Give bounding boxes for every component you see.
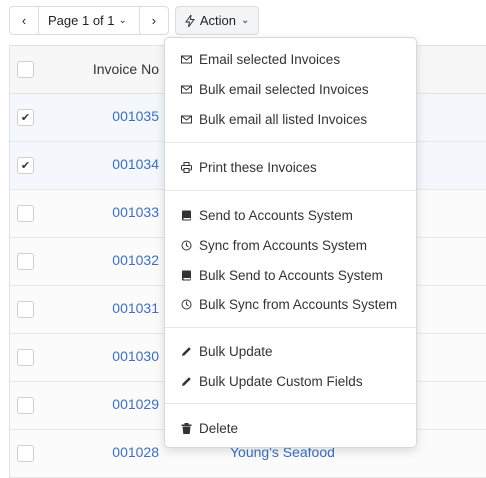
pencil-icon bbox=[181, 346, 192, 357]
sync-icon bbox=[181, 299, 192, 310]
envelope-icon bbox=[181, 114, 192, 125]
row-checkbox[interactable] bbox=[17, 349, 34, 366]
menu-item-print[interactable]: Print these Invoices bbox=[165, 155, 416, 179]
invoice-number-link[interactable]: 001035 bbox=[112, 108, 159, 124]
menu-item-label: Bulk Send to Accounts System bbox=[199, 267, 383, 283]
invoice-number-link[interactable]: 001028 bbox=[112, 444, 159, 460]
column-header-invoice-no[interactable]: Invoice No bbox=[93, 61, 159, 77]
action-label: Action bbox=[199, 13, 237, 28]
page-label: Page 1 of 1 bbox=[48, 13, 115, 28]
invoice-number-link[interactable]: 001034 bbox=[112, 156, 159, 172]
menu-item-bulk-sync-accounts[interactable]: Bulk Sync from Accounts System bbox=[165, 292, 416, 316]
chevron-down-icon: ⌄ bbox=[118, 15, 127, 26]
pagination: ‹ Page 1 of 1 ⌄ › bbox=[9, 6, 169, 35]
invoice-number-link[interactable]: 001032 bbox=[112, 252, 159, 268]
menu-item-send-accounts[interactable]: Send to Accounts System bbox=[165, 203, 416, 227]
menu-item-bulk-email-selected[interactable]: Bulk email selected Invoices bbox=[165, 77, 416, 101]
menu-divider bbox=[165, 327, 416, 328]
page-select[interactable]: Page 1 of 1 ⌄ bbox=[39, 7, 140, 34]
invoice-number-link[interactable]: 001033 bbox=[112, 204, 159, 220]
menu-item-label: Email selected Invoices bbox=[199, 51, 341, 67]
menu-item-bulk-update[interactable]: Bulk Update bbox=[165, 339, 416, 363]
invoice-number-link[interactable]: 001029 bbox=[112, 396, 159, 412]
trash-icon bbox=[181, 422, 192, 434]
toolbar: ‹ Page 1 of 1 ⌄ › Action ⌄ bbox=[9, 6, 260, 35]
chevron-left-icon: ‹ bbox=[21, 13, 27, 28]
menu-item-sync-accounts[interactable]: Sync from Accounts System bbox=[165, 233, 416, 257]
chevron-right-icon: › bbox=[151, 13, 157, 28]
menu-item-bulk-send-accounts[interactable]: Bulk Send to Accounts System bbox=[165, 263, 416, 287]
menu-item-label: Send to Accounts System bbox=[199, 207, 353, 223]
menu-item-label: Sync from Accounts System bbox=[199, 237, 368, 253]
row-checkbox[interactable] bbox=[17, 445, 34, 462]
chevron-down-icon: ⌄ bbox=[241, 15, 250, 26]
select-all-checkbox[interactable] bbox=[17, 61, 34, 78]
row-checkbox[interactable] bbox=[17, 253, 34, 270]
menu-divider bbox=[165, 190, 416, 191]
sync-icon bbox=[181, 240, 192, 251]
previous-page-button[interactable]: ‹ bbox=[10, 7, 39, 34]
pencil-icon bbox=[181, 376, 192, 387]
invoice-number-link[interactable]: 001031 bbox=[112, 300, 159, 316]
menu-item-label: Bulk email all listed Invoices bbox=[199, 111, 368, 127]
menu-item-bulk-email-all[interactable]: Bulk email all listed Invoices bbox=[165, 107, 416, 131]
menu-item-label: Bulk Update Custom Fields bbox=[199, 373, 363, 389]
envelope-icon bbox=[181, 54, 192, 65]
action-button[interactable]: Action ⌄ bbox=[174, 6, 260, 35]
menu-item-delete[interactable]: Delete bbox=[165, 416, 416, 440]
book-icon bbox=[181, 270, 192, 281]
menu-item-label: Delete bbox=[199, 420, 239, 436]
menu-item-email-selected[interactable]: Email selected Invoices bbox=[165, 47, 416, 71]
next-page-button[interactable]: › bbox=[140, 7, 168, 34]
book-icon bbox=[181, 210, 192, 221]
lightning-icon bbox=[184, 14, 195, 27]
row-checkbox[interactable] bbox=[17, 205, 34, 222]
row-checkbox[interactable] bbox=[17, 301, 34, 318]
row-checkbox[interactable] bbox=[17, 397, 34, 414]
menu-item-label: Print these Invoices bbox=[199, 159, 317, 175]
menu-divider bbox=[165, 142, 416, 143]
menu-divider bbox=[165, 403, 416, 404]
action-menu: Email selected Invoices Bulk email selec… bbox=[164, 37, 417, 448]
menu-item-label: Bulk email selected Invoices bbox=[199, 81, 369, 97]
invoice-number-link[interactable]: 001030 bbox=[112, 348, 159, 364]
row-checkbox[interactable]: ✔ bbox=[17, 157, 34, 174]
printer-icon bbox=[181, 161, 192, 173]
menu-item-bulk-update-custom[interactable]: Bulk Update Custom Fields bbox=[165, 369, 416, 393]
menu-item-label: Bulk Update bbox=[199, 343, 273, 359]
envelope-icon bbox=[181, 84, 192, 95]
row-checkbox[interactable]: ✔ bbox=[17, 109, 34, 126]
menu-item-label: Bulk Sync from Accounts System bbox=[199, 296, 398, 312]
